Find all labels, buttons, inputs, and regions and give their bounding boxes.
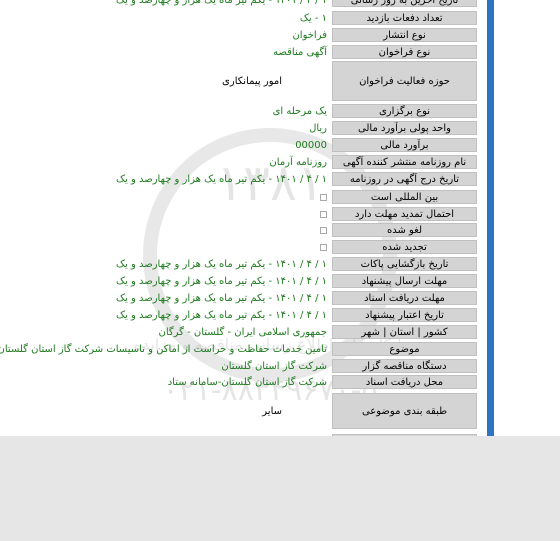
field-label: برآورد مالی [332, 138, 477, 152]
document-deadline-row: مهلت دریافت اسناد ۱ / ۴ / ۱۴۰۱ - یکم تیر … [0, 290, 477, 306]
field-label: نوع فراخوان [332, 45, 477, 59]
newspaper-date-row: تاریخ درج آگهی در روزنامه ۱ / ۴ / ۱۴۰۱ - … [0, 171, 477, 187]
field-label: کشور | استان | شهر [332, 325, 477, 339]
checkbox-icon [316, 222, 327, 238]
field-value: فراخوان [292, 29, 327, 41]
unchecked-box-icon [320, 243, 327, 251]
field-label: دستگاه مناقصه گزار [332, 359, 477, 373]
field-value: ۱ / ۴ / ۱۴۰۱ - یکم تیر ماه یک هزار و چها… [116, 258, 327, 270]
field-value: شرکت گاز استان گلستان [221, 360, 327, 372]
organizer-row: دستگاه مناقصه گزار شرکت گاز استان گلستان [0, 358, 477, 374]
location-row: کشور | استان | شهر جمهوری اسلامی ایران - … [0, 324, 477, 340]
field-value: ۱ / ۴ / ۱۴۰۱ - یکم تیر ماه یک هزار و چها… [116, 292, 327, 304]
field-value: ۱ / ۴ / ۱۴۰۱ - یکم تیر ماه یک هزار و چها… [116, 0, 327, 6]
unchecked-box-icon [320, 210, 327, 218]
field-label: تاریخ بازگشایی پاکات [332, 257, 477, 271]
cancelled-row: لغو شده [0, 222, 477, 238]
checkbox-icon [316, 206, 327, 222]
extension-row: احتمال تمدید مهلت دارد [0, 206, 477, 222]
field-label: نام روزنامه منتشر کننده آگهی [332, 155, 477, 169]
newspaper-row: نام روزنامه منتشر کننده آگهی روزنامه آرما… [0, 154, 477, 170]
field-label: نوع برگزاری [332, 104, 477, 118]
scroll-accent-bar [487, 0, 494, 436]
field-value: جمهوری اسلامی ایران - گلستان - گرگان [158, 326, 327, 338]
field-value: روزنامه آرمان [269, 156, 327, 168]
field-value: آگهی مناقصه [273, 46, 327, 58]
field-value: تامین خدمات حفاظت و حراست از اماکن و تاس… [0, 343, 327, 355]
field-label: نوع انتشار [332, 28, 477, 42]
field-label: تعداد دفعات بازدید [332, 11, 477, 25]
unchecked-box-icon [320, 193, 327, 201]
field-label: بین المللی است [332, 190, 477, 204]
field-value: ۱ / ۴ / ۱۴۰۱ - یکم تیر ماه یک هزار و چها… [116, 309, 327, 321]
field-label: لغو شده [332, 223, 477, 237]
publish-type-row: نوع انتشار فراخوان [0, 27, 477, 43]
visit-count-row: تعداد دفعات بازدید ۱ - یک [0, 10, 477, 26]
international-row: بین المللی است [0, 189, 477, 205]
field-value: ریال [309, 122, 327, 134]
page-margin [487, 0, 560, 436]
field-value: یک مرحله ای [272, 105, 327, 117]
subject-row: موضوع تامین خدمات حفاظت و حراست از اماکن … [0, 341, 477, 357]
category-row: طبقه بندی موضوعی سایر [0, 392, 477, 430]
checkbox-icon [316, 239, 327, 255]
unchecked-box-icon [320, 226, 327, 234]
document-place-row: محل دریافت اسناد شرکت گاز استان گلستان-سا… [0, 374, 477, 390]
last-update-row: تاریخ آخرین به روز رسانی ۱ / ۴ / ۱۴۰۱ - ی… [0, 0, 477, 8]
currency-row: واحد پولی برآورد مالی ریال [0, 120, 477, 136]
validity-date-row: تاریخ اعتبار پیشنهاد ۱ / ۴ / ۱۴۰۱ - یکم ت… [0, 307, 477, 323]
checkbox-icon [316, 189, 327, 205]
call-type-row: نوع فراخوان آگهی مناقصه [0, 44, 477, 60]
field-label: تاریخ آخرین به روز رسانی [332, 0, 477, 7]
opening-date-row: تاریخ بازگشایی پاکات ۱ / ۴ / ۱۴۰۱ - یکم ت… [0, 256, 477, 272]
submit-deadline-row: مهلت ارسال پیشنهاد ۱ / ۴ / ۱۴۰۱ - یکم تیر… [0, 273, 477, 289]
field-label: موضوع [332, 342, 477, 356]
field-label: احتمال تمدید مهلت دارد [332, 207, 477, 221]
field-value: ۱ / ۴ / ۱۴۰۱ - یکم تیر ماه یک هزار و چها… [116, 275, 327, 287]
field-value: شرکت گاز استان گلستان-سامانه ستاد [167, 376, 327, 388]
field-value: 00000 [295, 139, 327, 151]
page-background [0, 436, 560, 541]
field-label: محل دریافت اسناد [332, 375, 477, 389]
field-label: مهلت ارسال پیشنهاد [332, 274, 477, 288]
field-label: مهلت دریافت اسناد [332, 291, 477, 305]
field-value: امور پیمانکاری [222, 75, 282, 87]
field-label: تجدید شده [332, 240, 477, 254]
estimate-row: برآورد مالی 00000 [0, 137, 477, 153]
field-label: تاریخ اعتبار پیشنهاد [332, 308, 477, 322]
field-value: ۱ - یک [299, 12, 327, 24]
holding-type-row: نوع برگزاری یک مرحله ای [0, 103, 477, 119]
field-label: واحد پولی برآورد مالی [332, 121, 477, 135]
field-value: سایر [262, 405, 282, 417]
renewed-row: تجدید شده [0, 239, 477, 255]
field-label: طبقه بندی موضوعی [332, 393, 477, 429]
tender-details-panel: ۱۳۸۱ پایگاه ملی اطلاع رسانی مناقصه و مزا… [0, 0, 487, 436]
field-label: تاریخ درج آگهی در روزنامه [332, 172, 477, 186]
field-label: حوزه فعالیت فراخوان [332, 61, 477, 101]
field-value: ۱ / ۴ / ۱۴۰۱ - یکم تیر ماه یک هزار و چها… [116, 173, 327, 185]
activity-field-row: حوزه فعالیت فراخوان امور پیمانکاری [0, 60, 477, 102]
